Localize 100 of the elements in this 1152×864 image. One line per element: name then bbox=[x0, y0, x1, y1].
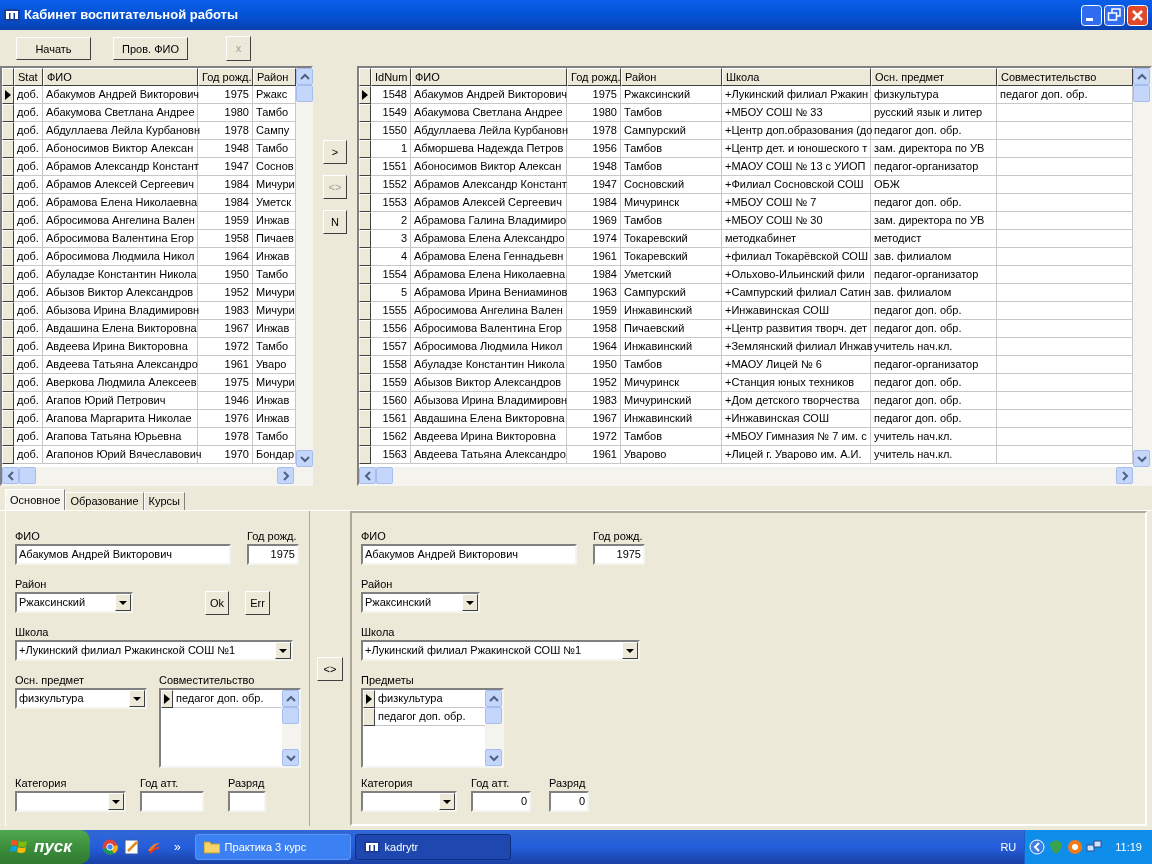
dropdown-arrow-button[interactable] bbox=[439, 793, 455, 810]
column-header[interactable]: Stat bbox=[14, 68, 43, 86]
more-chevron[interactable]: » bbox=[173, 838, 181, 856]
row-indicator[interactable] bbox=[2, 248, 14, 266]
row-indicator[interactable] bbox=[2, 338, 14, 356]
vertical-scrollbar[interactable] bbox=[282, 690, 299, 766]
scroll-thumb[interactable] bbox=[282, 707, 299, 724]
transfer-button[interactable]: > bbox=[323, 140, 347, 164]
row-indicator[interactable] bbox=[359, 302, 371, 320]
text-field[interactable] bbox=[140, 791, 204, 812]
row-indicator[interactable] bbox=[2, 374, 14, 392]
taskbar-button[interactable]: kadrytr bbox=[354, 834, 511, 860]
taskbar-button[interactable]: Практика 3 курс bbox=[194, 834, 351, 860]
ok-button[interactable]: Ok bbox=[205, 591, 229, 615]
dropdown-arrow-button[interactable] bbox=[462, 594, 478, 611]
language-indicator[interactable]: RU bbox=[1000, 838, 1017, 856]
row-indicator[interactable] bbox=[2, 266, 14, 284]
row-indicator[interactable] bbox=[359, 284, 371, 302]
dropdown-arrow-button[interactable] bbox=[622, 642, 638, 659]
row-indicator[interactable] bbox=[2, 140, 14, 158]
dropdown-arrow-button[interactable] bbox=[108, 793, 124, 810]
row-indicator[interactable] bbox=[359, 266, 371, 284]
dropdown[interactable] bbox=[361, 791, 457, 812]
column-header[interactable]: Район bbox=[621, 68, 722, 86]
column-header[interactable]: Район bbox=[253, 68, 296, 86]
column-header[interactable]: Школа bbox=[722, 68, 871, 86]
row-indicator[interactable] bbox=[2, 194, 14, 212]
tab[interactable]: Основное bbox=[5, 489, 66, 510]
dropdown-arrow-button[interactable] bbox=[115, 594, 131, 611]
row-indicator[interactable] bbox=[359, 410, 371, 428]
row-indicator[interactable] bbox=[359, 374, 371, 392]
row-indicator[interactable] bbox=[359, 122, 371, 140]
network-icon[interactable] bbox=[1086, 839, 1103, 855]
dropdown[interactable]: +Лукинский филиал Ржакинской СОШ №1 bbox=[15, 640, 293, 661]
row-indicator[interactable] bbox=[2, 446, 14, 464]
row-indicator[interactable] bbox=[359, 230, 371, 248]
restore-icon[interactable] bbox=[1104, 4, 1125, 26]
scroll-thumb[interactable] bbox=[376, 467, 393, 484]
row-indicator[interactable] bbox=[359, 248, 371, 266]
dropdown[interactable]: Ржаксинский bbox=[361, 592, 480, 613]
scroll-up-button[interactable] bbox=[1133, 68, 1150, 85]
transfer-button[interactable]: N bbox=[323, 210, 347, 234]
scroll-right-button[interactable] bbox=[1116, 467, 1133, 484]
row-indicator[interactable] bbox=[2, 284, 14, 302]
list-box[interactable]: педагог доп. обр. bbox=[159, 688, 301, 768]
round-app-icon[interactable] bbox=[101, 839, 118, 855]
dropdown[interactable]: +Лукинский филиал Ржакинской СОШ №1 bbox=[361, 640, 640, 661]
text-field[interactable]: 0 bbox=[471, 791, 531, 812]
scroll-thumb[interactable] bbox=[485, 707, 502, 724]
column-header[interactable]: IdNum bbox=[371, 68, 411, 86]
scroll-up-button[interactable] bbox=[282, 690, 299, 707]
row-indicator[interactable] bbox=[359, 176, 371, 194]
row-indicator[interactable] bbox=[359, 320, 371, 338]
row-indicator[interactable] bbox=[2, 122, 14, 140]
row-indicator[interactable] bbox=[359, 212, 371, 230]
row-indicator[interactable] bbox=[2, 392, 14, 410]
dropdown[interactable]: Ржаксинский bbox=[15, 592, 133, 613]
row-indicator[interactable] bbox=[359, 392, 371, 410]
row-indicator[interactable] bbox=[363, 690, 375, 708]
scroll-down-button[interactable] bbox=[485, 749, 502, 766]
row-indicator[interactable] bbox=[2, 86, 14, 104]
scroll-thumb[interactable] bbox=[296, 85, 313, 102]
row-indicator[interactable] bbox=[359, 158, 371, 176]
vertical-scrollbar[interactable] bbox=[485, 690, 502, 766]
toolbar-button[interactable]: Пров. ФИО bbox=[113, 37, 188, 61]
row-indicator[interactable] bbox=[359, 86, 371, 104]
row-indicator[interactable] bbox=[2, 302, 14, 320]
close-icon[interactable] bbox=[1127, 4, 1148, 26]
text-field[interactable] bbox=[228, 791, 266, 812]
scroll-left-button[interactable] bbox=[2, 467, 19, 484]
toolbar-button[interactable]: Начать bbox=[16, 37, 91, 61]
vertical-scrollbar[interactable] bbox=[1133, 68, 1150, 467]
row-indicator[interactable] bbox=[359, 428, 371, 446]
notepad-icon[interactable] bbox=[123, 839, 140, 855]
tab[interactable]: Курсы bbox=[143, 492, 185, 510]
scroll-up-button[interactable] bbox=[296, 68, 313, 85]
text-field[interactable]: Абакумов Андрей Викторович bbox=[361, 544, 577, 565]
dropdown-arrow-button[interactable] bbox=[129, 690, 145, 707]
dropdown[interactable]: физкультура bbox=[15, 688, 147, 709]
column-header[interactable]: Год рожд. bbox=[198, 68, 253, 86]
scroll-down-button[interactable] bbox=[282, 749, 299, 766]
row-indicator[interactable] bbox=[363, 708, 375, 726]
row-indicator[interactable] bbox=[2, 212, 14, 230]
copy-button[interactable]: <> bbox=[317, 657, 343, 681]
text-field[interactable]: Абакумов Андрей Викторович bbox=[15, 544, 231, 565]
column-header[interactable]: Год рожд. bbox=[567, 68, 621, 86]
row-indicator[interactable] bbox=[359, 356, 371, 374]
column-header[interactable]: Осн. предмет bbox=[871, 68, 997, 86]
minimize-icon[interactable] bbox=[1081, 4, 1102, 26]
row-indicator[interactable] bbox=[359, 104, 371, 122]
text-field[interactable]: 1975 bbox=[593, 544, 645, 565]
row-indicator[interactable] bbox=[2, 158, 14, 176]
row-indicator[interactable] bbox=[2, 320, 14, 338]
scroll-down-button[interactable] bbox=[296, 450, 313, 467]
scroll-thumb[interactable] bbox=[19, 467, 36, 484]
ring-icon[interactable] bbox=[1067, 839, 1084, 855]
row-indicator[interactable] bbox=[359, 140, 371, 158]
row-indicator[interactable] bbox=[359, 194, 371, 212]
scroll-right-button[interactable] bbox=[277, 467, 294, 484]
text-field[interactable]: 1975 bbox=[247, 544, 299, 565]
